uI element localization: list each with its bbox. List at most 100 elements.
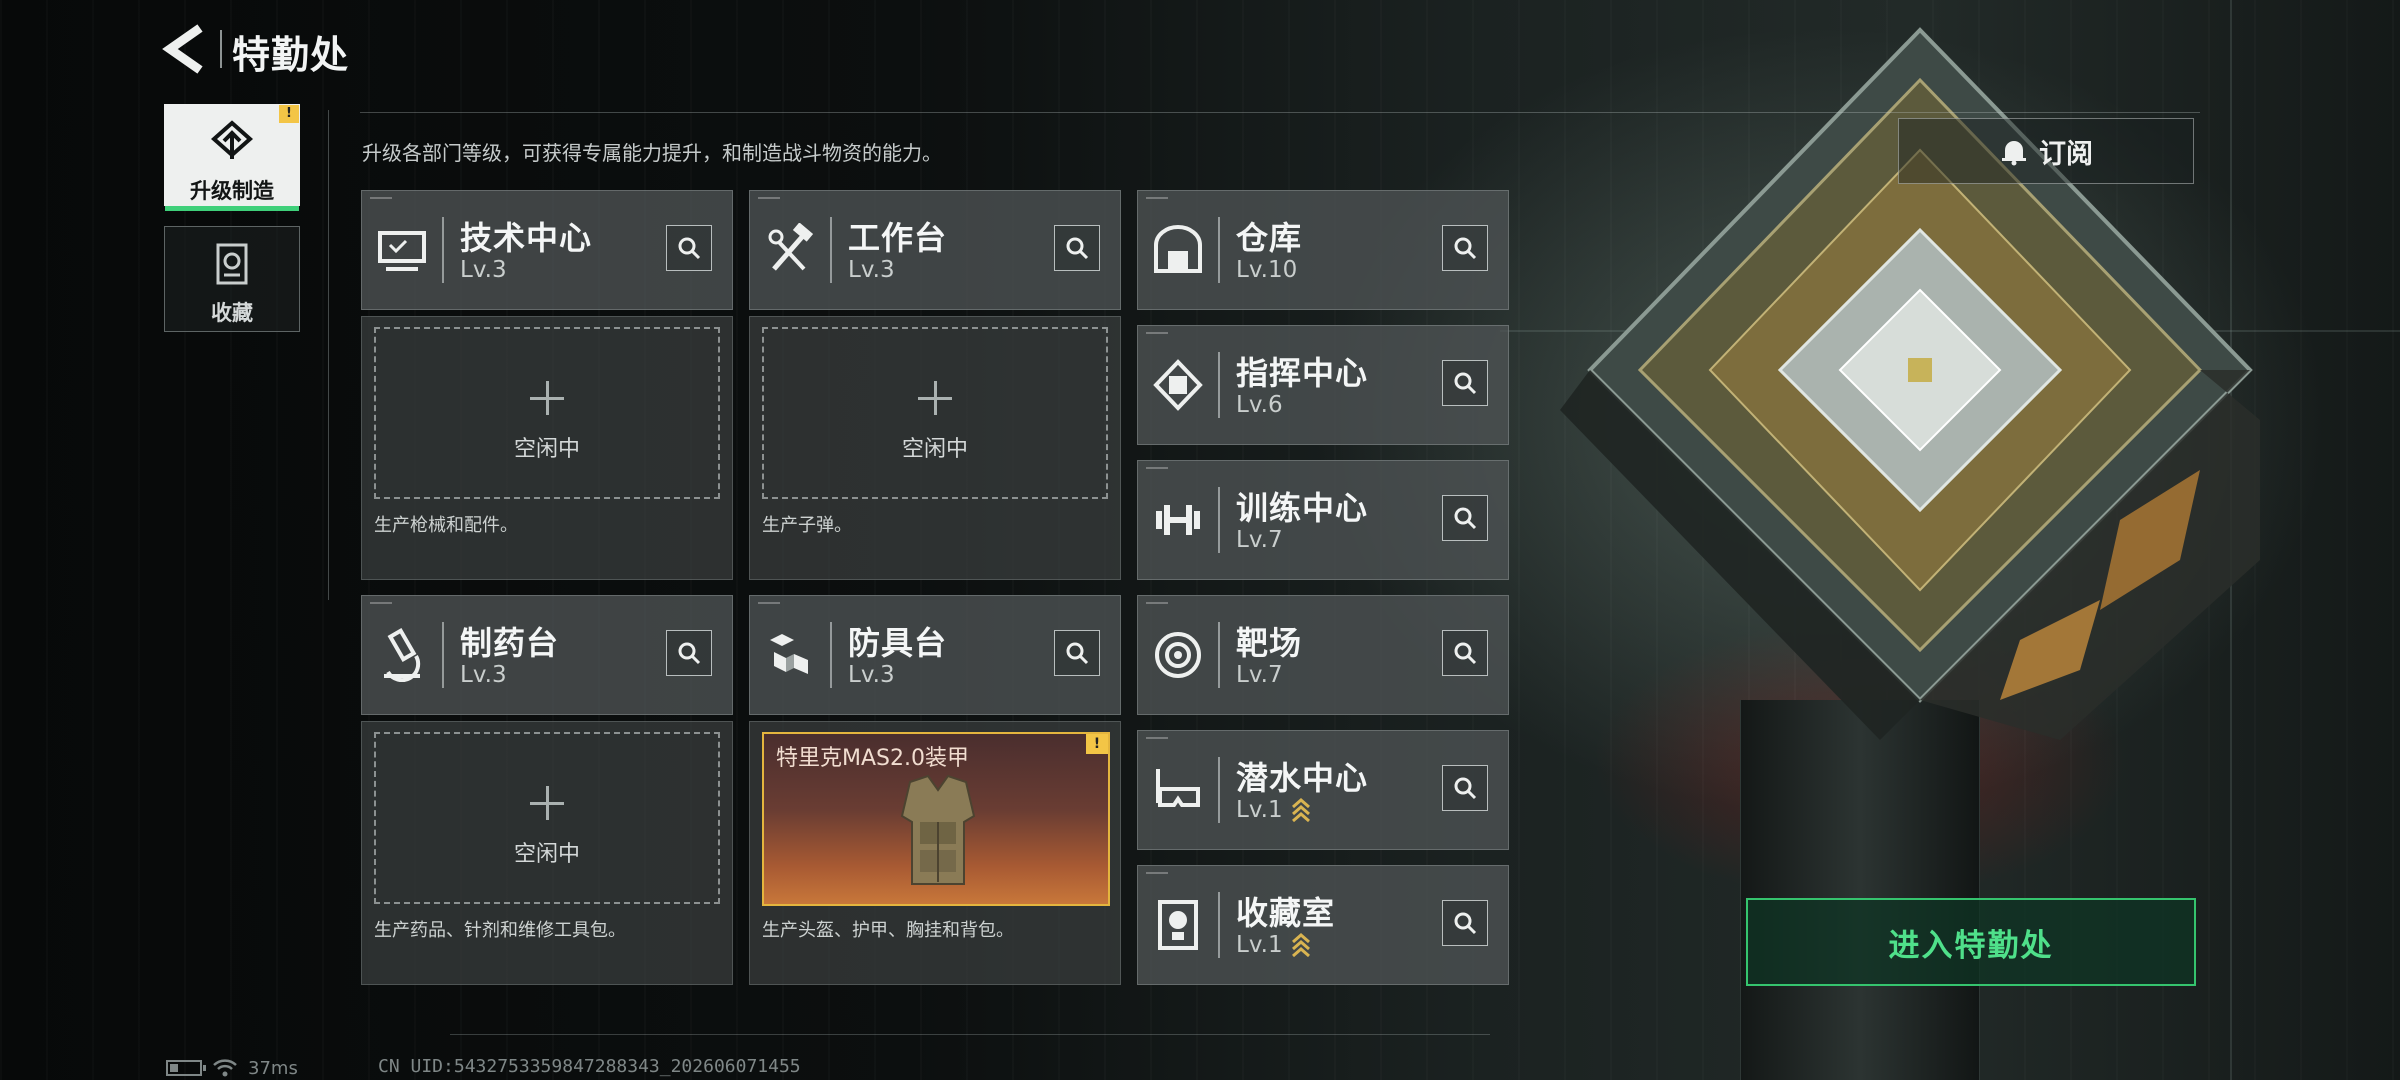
target-icon [1155, 632, 1201, 678]
divider [328, 110, 329, 600]
department-card-training-center[interactable]: 训练中心 Lv.7 [1137, 460, 1509, 580]
department-level: Lv.10 [1236, 257, 1298, 283]
search-icon [1066, 642, 1089, 665]
search-icon [1454, 237, 1477, 260]
search-icon [1066, 237, 1089, 260]
subscribe-label: 订阅 [2039, 138, 2093, 170]
alert-badge: ! [1086, 734, 1108, 754]
card-separator [442, 622, 444, 688]
station-card-tech-center[interactable]: 技术中心 Lv.3 [361, 190, 733, 310]
card-separator [1218, 487, 1220, 553]
station-level: Lv.3 [460, 662, 507, 688]
production-slot[interactable]: 空闲中 [762, 327, 1108, 499]
department-level-row: Lv.1 [1236, 932, 1311, 958]
card-separator [1218, 757, 1220, 823]
department-name: 靶场 [1236, 624, 1303, 662]
armor-blocks-icon [770, 634, 808, 674]
tab-collection[interactable]: 收藏 [164, 226, 300, 332]
inspect-button[interactable] [1054, 630, 1100, 676]
alert-badge: ! [279, 105, 299, 123]
subscribe-button[interactable]: 订阅 [1898, 118, 2194, 184]
department-level: Lv.7 [1236, 527, 1283, 553]
slot-status: 空闲中 [513, 437, 580, 462]
card-separator [442, 217, 444, 283]
tab-label: 收藏 [211, 301, 253, 325]
inspect-button[interactable] [666, 225, 712, 271]
production-description: 生产枪械和配件。 [374, 515, 518, 536]
department-name: 仓库 [1236, 219, 1303, 257]
department-level: Lv.7 [1236, 662, 1283, 688]
department-name: 收藏室 [1236, 894, 1336, 932]
card-separator [1218, 217, 1220, 283]
upgrade-arrow-icon [210, 120, 254, 159]
card-separator [1218, 352, 1220, 418]
title-separator [220, 30, 222, 68]
upgrade-available-icon [1291, 798, 1310, 823]
battery-icon [166, 1060, 206, 1076]
card-separator [1218, 622, 1220, 688]
search-icon [1454, 777, 1477, 800]
station-name: 防具台 [848, 624, 948, 662]
production-panel: 空闲中 生产子弹。 [749, 316, 1121, 580]
trophy-icon [1158, 900, 1198, 950]
diving-mask-icon [1156, 769, 1200, 807]
inspect-button[interactable] [1442, 360, 1488, 406]
page-title: 特勤处 [232, 33, 350, 77]
inspect-button[interactable] [1442, 630, 1488, 676]
slot-status: 空闲中 [901, 437, 968, 462]
station-card-pharmacy[interactable]: 制药台 Lv.3 [361, 595, 733, 715]
department-card-shooting-range[interactable]: 靶场 Lv.7 [1137, 595, 1509, 715]
department-card-command-center[interactable]: 指挥中心 Lv.6 [1137, 325, 1509, 445]
production-in-progress[interactable]: 特里克MAS2.0装甲 ! [762, 732, 1110, 906]
production-panel: 特里克MAS2.0装甲 ! 生产头盔、护甲、胸挂和背包。 [749, 721, 1121, 985]
inspect-button[interactable] [1442, 495, 1488, 541]
department-card-collection-room[interactable]: 收藏室 Lv.1 [1137, 865, 1509, 985]
enter-special-ops-button[interactable]: 进入特勤处 [1746, 898, 2196, 986]
monitor-icon [378, 231, 426, 271]
tab-upgrade-craft[interactable]: ! 升级制造 [164, 104, 300, 211]
department-name: 训练中心 [1236, 489, 1369, 527]
search-icon [1454, 642, 1477, 665]
status-bar: 37ms [166, 1056, 298, 1080]
slot-status: 空闲中 [513, 842, 580, 867]
hammer-wrench-icon [768, 223, 814, 271]
production-description: 生产子弹。 [762, 515, 852, 536]
production-panel: 空闲中 生产枪械和配件。 [361, 316, 733, 580]
production-slot[interactable]: 空闲中 [374, 327, 720, 499]
search-icon [678, 237, 701, 260]
search-icon [1454, 912, 1477, 935]
station-card-workbench[interactable]: 工作台 Lv.3 [749, 190, 1121, 310]
section-description: 升级各部门等级，可获得专属能力提升，和制造战斗物资的能力。 [362, 141, 942, 165]
dumbbell-icon [1156, 505, 1200, 535]
department-level-row: Lv.1 [1236, 797, 1311, 823]
plus-icon [918, 381, 952, 415]
upgrade-available-icon [1291, 933, 1310, 958]
plus-icon [530, 381, 564, 415]
department-name: 潜水中心 [1236, 759, 1369, 797]
production-slot[interactable]: 空闲中 [374, 732, 720, 904]
bell-icon [2002, 141, 2026, 166]
wifi-icon [213, 1059, 237, 1077]
inspect-button[interactable] [1442, 765, 1488, 811]
tab-label: 升级制造 [190, 179, 274, 203]
back-button[interactable] [160, 22, 208, 76]
card-separator [1218, 892, 1220, 958]
department-card-warehouse[interactable]: 仓库 Lv.10 [1137, 190, 1509, 310]
inspect-button[interactable] [1442, 225, 1488, 271]
station-card-armor[interactable]: 防具台 Lv.3 [749, 595, 1121, 715]
department-level: Lv.1 [1236, 797, 1283, 823]
user-uid: CN UID:5432753359847288343_202606071455 [378, 1056, 801, 1077]
inspect-button[interactable] [666, 630, 712, 676]
search-icon [1454, 507, 1477, 530]
production-description: 生产头盔、护甲、胸挂和背包。 [762, 920, 1014, 941]
trophy-icon [216, 243, 248, 285]
divider [450, 1034, 1490, 1035]
production-description: 生产药品、针剂和维修工具包。 [374, 920, 626, 941]
department-card-diving-center[interactable]: 潜水中心 Lv.1 [1137, 730, 1509, 850]
inspect-button[interactable] [1442, 900, 1488, 946]
card-separator [830, 217, 832, 283]
station-level: Lv.3 [460, 257, 507, 283]
inspect-button[interactable] [1054, 225, 1100, 271]
enter-button-label: 进入特勤处 [1888, 927, 2054, 964]
station-name: 技术中心 [460, 219, 593, 257]
